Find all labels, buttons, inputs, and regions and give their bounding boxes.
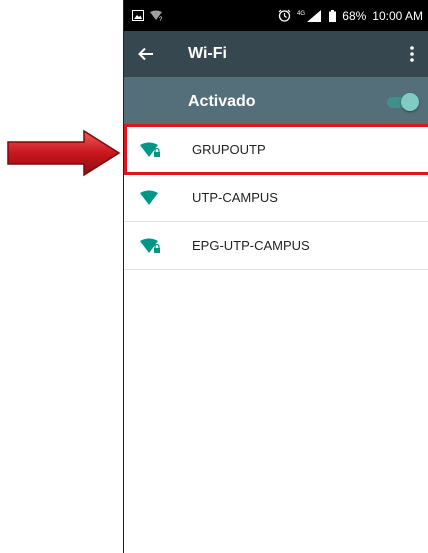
status-left-icons: ? xyxy=(132,10,164,21)
wifi-locked-icon xyxy=(124,142,174,158)
network-row-epg-utp-campus[interactable]: EPG-UTP-CAMPUS xyxy=(124,222,428,270)
image-notification-icon xyxy=(132,10,144,21)
battery-icon xyxy=(329,9,337,22)
app-bar: Wi-Fi xyxy=(124,31,428,77)
battery-percent: 68% xyxy=(342,8,367,23)
wifi-toggle-switch[interactable] xyxy=(385,92,419,111)
status-bar: ? 4G 68% 10:00 AM xyxy=(124,0,428,31)
network-ssid: EPG-UTP-CAMPUS xyxy=(192,238,310,253)
alarm-icon xyxy=(278,9,291,22)
wifi-open-icon xyxy=(124,190,174,206)
switch-label: Activado xyxy=(188,92,256,110)
svg-text:?: ? xyxy=(159,17,163,21)
page-title: Wi-Fi xyxy=(188,45,227,62)
network-row-grupoutp[interactable]: GRUPOUTP xyxy=(124,124,428,175)
red-arrow-annotation xyxy=(7,129,121,177)
status-right-icons: 4G 68% 10:00 AM xyxy=(278,9,423,23)
screenshot-canvas: ? 4G 68% 10:00 AM Wi-Fi Activado GRUPOUT… xyxy=(0,0,428,553)
wifi-question-icon: ? xyxy=(150,10,164,21)
network-ssid: UTP-CAMPUS xyxy=(192,190,278,205)
network-row-utp-campus[interactable]: UTP-CAMPUS xyxy=(124,174,428,222)
back-arrow-icon[interactable] xyxy=(138,47,160,61)
wifi-master-switch-bar[interactable]: Activado xyxy=(124,77,428,126)
more-options-icon[interactable] xyxy=(405,46,419,62)
cell-signal-icon: 4G xyxy=(297,9,323,22)
clock: 10:00 AM xyxy=(372,8,423,23)
network-list: GRUPOUTP UTP-CAMPUS EPG-UTP-CAMPUS xyxy=(124,124,428,270)
toggle-thumb xyxy=(401,92,419,111)
wifi-locked-icon xyxy=(124,238,174,254)
phone-screen: ? 4G 68% 10:00 AM Wi-Fi Activado GRUPOUT… xyxy=(123,0,428,553)
network-ssid: GRUPOUTP xyxy=(192,142,266,157)
network-type-label: 4G xyxy=(297,11,305,17)
